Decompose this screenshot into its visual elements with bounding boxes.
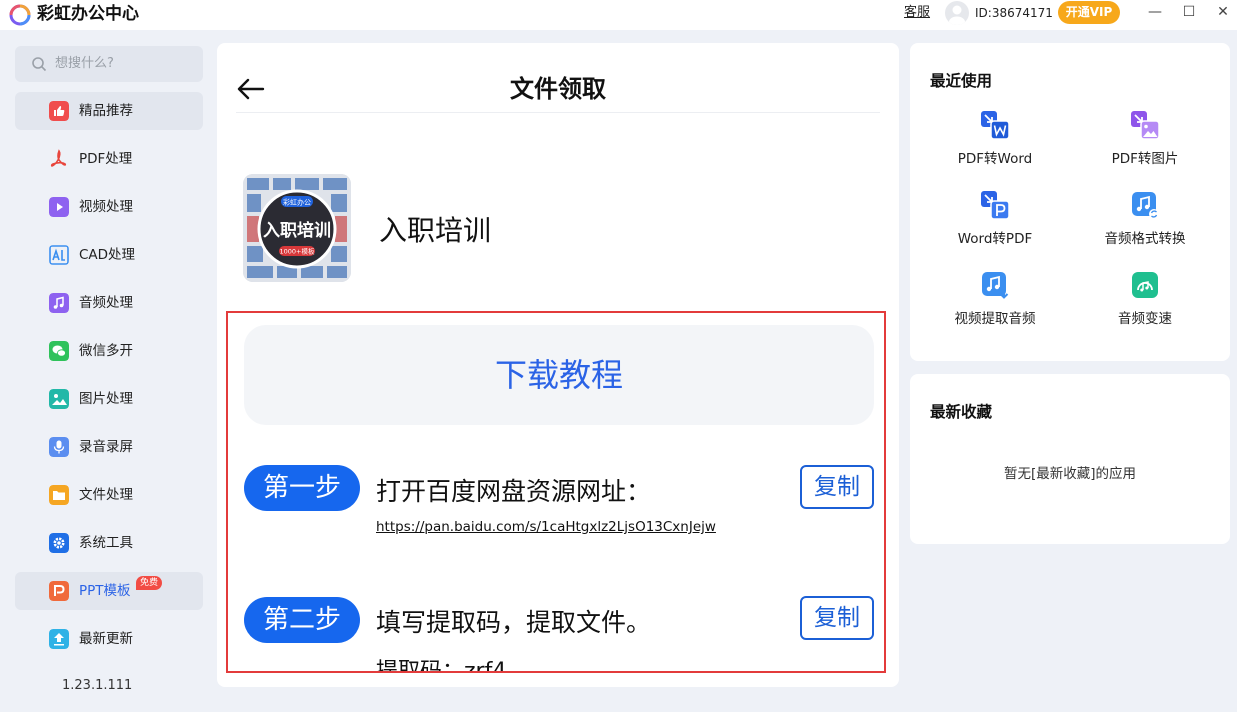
search-input[interactable]: 想搜什么?: [15, 46, 203, 82]
sidebar-item-cad[interactable]: CAD处理: [15, 236, 203, 274]
user-id: ID:38674171: [975, 6, 1053, 20]
thumb-logo-text: 彩虹办公: [283, 198, 311, 207]
pdf-to-image-icon: [1131, 111, 1160, 140]
tool-pdf-to-word[interactable]: PDF转Word: [920, 110, 1070, 170]
tool-label: 音频变速: [1118, 311, 1172, 327]
recent-tools-panel: 最近使用 PDF转Word PDF转图片 Word转PDF 音频格式转换 视频提…: [910, 43, 1230, 361]
sidebar-item-label: 录音录屏: [79, 439, 133, 455]
audio-speed-icon: [1132, 272, 1158, 298]
image-icon: [49, 389, 69, 409]
sidebar-item-label: 微信多开: [79, 343, 133, 359]
tool-label: PDF转Word: [957, 151, 1033, 167]
rainbow-logo-icon: [9, 4, 31, 26]
tool-label: Word转PDF: [957, 231, 1033, 247]
microphone-icon: [49, 437, 69, 457]
avatar[interactable]: [945, 1, 969, 25]
tool-label: 音频格式转换: [1104, 231, 1186, 247]
sidebar-item-wechat[interactable]: 微信多开: [15, 332, 203, 370]
sidebar-item-image[interactable]: 图片处理: [15, 380, 203, 418]
free-badge: 免费: [136, 576, 163, 590]
close-button[interactable]: ✕: [1212, 3, 1234, 21]
sidebar-item-record[interactable]: 录音录屏: [15, 428, 203, 466]
sidebar-item-label: 系统工具: [79, 535, 133, 551]
sidebar-item-recommended[interactable]: 精品推荐: [15, 92, 203, 130]
tool-audio-speed[interactable]: 音频变速: [1070, 270, 1220, 330]
open-vip-button[interactable]: 开通VIP: [1058, 1, 1120, 24]
sidebar-item-label: CAD处理: [79, 247, 136, 263]
step-two-title: 填写提取码，提取文件。: [376, 608, 652, 637]
sidebar-item-label: 视频处理: [79, 199, 133, 215]
sidebar-item-pdf[interactable]: PDF处理: [15, 140, 203, 178]
sidebar-item-file[interactable]: 文件处理: [15, 476, 203, 514]
music-note-icon: [49, 293, 69, 313]
minimize-button[interactable]: —: [1144, 3, 1166, 21]
sidebar-item-audio[interactable]: 音频处理: [15, 284, 203, 322]
divider: [236, 112, 880, 113]
download-tutorial-title: 下载教程: [494, 356, 623, 394]
sidebar-item-ppt-template[interactable]: PPT模板 免费: [15, 572, 203, 610]
version-label: 1.23.1.111: [62, 678, 133, 693]
cad-icon: [49, 245, 69, 265]
audio-convert-icon: [1132, 192, 1159, 219]
video-extract-audio-icon: [982, 272, 1009, 299]
customer-service-link[interactable]: 客服: [904, 5, 930, 21]
file-name: 入职培训: [379, 214, 492, 247]
favorites-empty-text: 暂无[最新收藏]的应用: [1003, 466, 1137, 482]
recent-title: 最近使用: [930, 72, 993, 90]
tool-audio-format-convert[interactable]: 音频格式转换: [1070, 190, 1220, 250]
file-claim-panel: 文件领取 彩虹办公 入职培训 1000+模板 入职培训 下载教程 第一步 打开百…: [217, 43, 899, 687]
tool-word-to-pdf[interactable]: Word转PDF: [920, 190, 1070, 250]
video-play-icon: [49, 197, 69, 217]
tool-label: 视频提取音频: [954, 311, 1036, 327]
copy-code-button[interactable]: 复制: [800, 596, 874, 640]
favorites-title: 最新收藏: [930, 403, 993, 421]
sidebar-item-system-tools[interactable]: 系统工具: [15, 524, 203, 562]
sidebar-item-updates[interactable]: 最新更新: [15, 620, 203, 658]
user-avatar-icon: [949, 5, 965, 25]
page-title: 文件领取: [510, 75, 606, 103]
thumbs-up-icon: [49, 101, 69, 121]
tool-label: PDF转图片: [1111, 151, 1179, 167]
download-tutorial-banner: 下载教程: [244, 325, 874, 425]
maximize-button[interactable]: ☐: [1178, 3, 1200, 21]
step-one-badge: 第一步: [244, 465, 360, 511]
app-title: 彩虹办公中心: [37, 4, 139, 24]
step-one-title: 打开百度网盘资源网址：: [376, 477, 652, 506]
sidebar-item-label: 文件处理: [79, 487, 133, 503]
sidebar-item-label: 图片处理: [79, 391, 133, 407]
tool-pdf-to-image[interactable]: PDF转图片: [1070, 110, 1220, 170]
baidu-pan-link[interactable]: https://pan.baidu.com/s/1caHtgxlz2LjsO13…: [376, 518, 716, 536]
word-to-pdf-icon: [981, 191, 1010, 220]
sidebar-item-label: PDF处理: [79, 151, 133, 167]
ppt-icon: [49, 581, 69, 601]
thumb-title-text: 入职培训: [263, 220, 331, 241]
copy-link-button[interactable]: 复制: [800, 465, 874, 509]
pdf-to-word-icon: [981, 111, 1010, 140]
gear-icon: [49, 533, 69, 553]
sidebar-item-label: 音频处理: [79, 295, 133, 311]
onboarding-training-thumbnail-icon: 彩虹办公 入职培训 1000+模板: [243, 174, 351, 282]
thumb-sub-text: 1000+模板: [280, 247, 315, 256]
step-two-badge: 第二步: [244, 597, 360, 643]
favorites-panel: 最新收藏 暂无[最新收藏]的应用: [910, 374, 1230, 544]
folder-icon: [49, 485, 69, 505]
file-thumbnail: 彩虹办公 入职培训 1000+模板: [243, 174, 351, 282]
download-instructions-highlight: 下载教程 第一步 打开百度网盘资源网址： https://pan.baidu.c…: [226, 311, 886, 673]
wechat-icon: [49, 341, 69, 361]
sidebar-item-label: PPT模板: [79, 583, 131, 599]
pdf-icon: [50, 149, 67, 167]
title-bar: 彩虹办公中心 客服 ID:38674171 开通VIP — ☐ ✕: [0, 0, 1237, 30]
sidebar-item-video[interactable]: 视频处理: [15, 188, 203, 226]
sidebar-item-label: 最新更新: [79, 631, 133, 647]
extraction-code: 提取码：zrf4: [376, 659, 507, 673]
sidebar-item-label: 精品推荐: [79, 103, 133, 119]
search-icon: [32, 57, 47, 72]
update-arrow-icon: [49, 629, 69, 649]
tool-video-extract-audio[interactable]: 视频提取音频: [920, 270, 1070, 330]
search-placeholder: 想搜什么?: [55, 56, 114, 71]
